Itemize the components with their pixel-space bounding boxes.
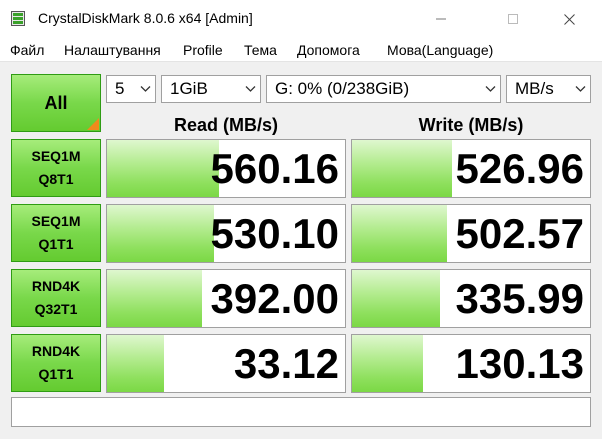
chevron-down-icon — [245, 86, 256, 92]
write-value: 502.57 — [455, 209, 584, 257]
test-name-line1: RND4K — [31, 343, 81, 359]
write-value: 526.96 — [455, 144, 584, 192]
write-progress-bar — [352, 140, 452, 197]
read-value: 33.12 — [233, 339, 339, 387]
read-result-seq1m-q1t1: 530.10 — [106, 204, 346, 263]
write-result-seq1m-q1t1: 502.57 — [351, 204, 591, 263]
read-progress-bar — [107, 270, 203, 327]
read-result-rnd4k-q1t1: 33.12 — [106, 334, 346, 393]
drive-select[interactable]: G: 0% (0/238GiB) — [266, 75, 501, 103]
test-button-rnd4k-q1t1[interactable]: RND4K Q1T1 — [11, 334, 101, 392]
comment-field[interactable] — [11, 397, 591, 427]
write-progress-bar — [352, 270, 441, 327]
write-result-rnd4k-q32t1: 335.99 — [351, 269, 591, 328]
drive-value: G: 0% (0/238GiB) — [275, 79, 410, 98]
menu-file[interactable]: Файл — [10, 42, 44, 58]
menu-profile[interactable]: Profile — [183, 42, 223, 58]
write-value: 335.99 — [455, 274, 584, 322]
test-name-line1: SEQ1M — [31, 213, 81, 229]
read-progress-bar — [107, 205, 215, 262]
test-name-line2: Q1T1 — [38, 236, 74, 252]
read-value: 560.16 — [210, 144, 339, 192]
write-value: 130.13 — [455, 339, 584, 387]
read-value: 392.00 — [210, 274, 339, 322]
crystaldiskmark-window: CrystalDiskMark 8.0.6 x64 [Admin] Файл Н… — [0, 0, 602, 439]
write-result-rnd4k-q1t1: 130.13 — [351, 334, 591, 393]
test-name-line1: SEQ1M — [31, 148, 81, 164]
menu-settings[interactable]: Налаштування — [64, 42, 161, 58]
write-result-seq1m-q8t1: 526.96 — [351, 139, 591, 198]
test-button-seq1m-q1t1[interactable]: SEQ1M Q1T1 — [11, 204, 101, 262]
read-result-rnd4k-q32t1: 392.00 — [106, 269, 346, 328]
read-column-header: Read (MB/s) — [173, 115, 278, 135]
title-bar: CrystalDiskMark 8.0.6 x64 [Admin] — [0, 0, 602, 38]
read-progress-bar — [107, 335, 165, 392]
unit-value: MB/s — [515, 79, 554, 98]
menu-help[interactable]: Допомога — [297, 42, 360, 58]
chevron-down-icon — [140, 86, 151, 92]
corner-marker-icon — [87, 118, 99, 130]
run-all-label: All — [44, 92, 68, 113]
test-name-line2: Q8T1 — [38, 171, 74, 187]
test-name-line1: RND4K — [31, 278, 81, 294]
menu-language[interactable]: Мова(Language) — [387, 42, 493, 58]
menu-bar: Файл Налаштування Profile Тема Допомога … — [0, 38, 602, 62]
close-icon — [563, 13, 575, 25]
read-result-seq1m-q8t1: 560.16 — [106, 139, 346, 198]
test-button-rnd4k-q32t1[interactable]: RND4K Q32T1 — [11, 269, 101, 327]
maximize-button[interactable] — [490, 0, 536, 38]
test-button-seq1m-q8t1[interactable]: SEQ1M Q8T1 — [11, 139, 101, 197]
test-size-select[interactable]: 1GiB — [161, 75, 261, 103]
maximize-icon — [508, 14, 518, 24]
menu-theme[interactable]: Тема — [244, 42, 277, 58]
write-progress-bar — [352, 205, 448, 262]
read-progress-bar — [107, 140, 219, 197]
unit-select[interactable]: MB/s — [506, 75, 591, 103]
read-value: 530.10 — [210, 209, 339, 257]
write-progress-bar — [352, 335, 424, 392]
test-name-line2: Q1T1 — [38, 366, 74, 382]
test-name-line2: Q32T1 — [34, 301, 78, 317]
test-size-value: 1GiB — [170, 79, 208, 98]
minimize-button[interactable] — [418, 0, 464, 38]
test-count-value: 5 — [115, 79, 125, 98]
minimize-icon — [436, 18, 446, 20]
test-count-select[interactable]: 5 — [106, 75, 156, 103]
chevron-down-icon — [575, 86, 586, 92]
write-column-header: Write (MB/s) — [418, 115, 524, 135]
run-all-button[interactable]: All — [11, 74, 101, 132]
window-title: CrystalDiskMark 8.0.6 x64 [Admin] — [38, 10, 253, 26]
close-button[interactable] — [546, 0, 592, 38]
app-disk-icon — [11, 11, 25, 26]
chevron-down-icon — [485, 86, 496, 92]
